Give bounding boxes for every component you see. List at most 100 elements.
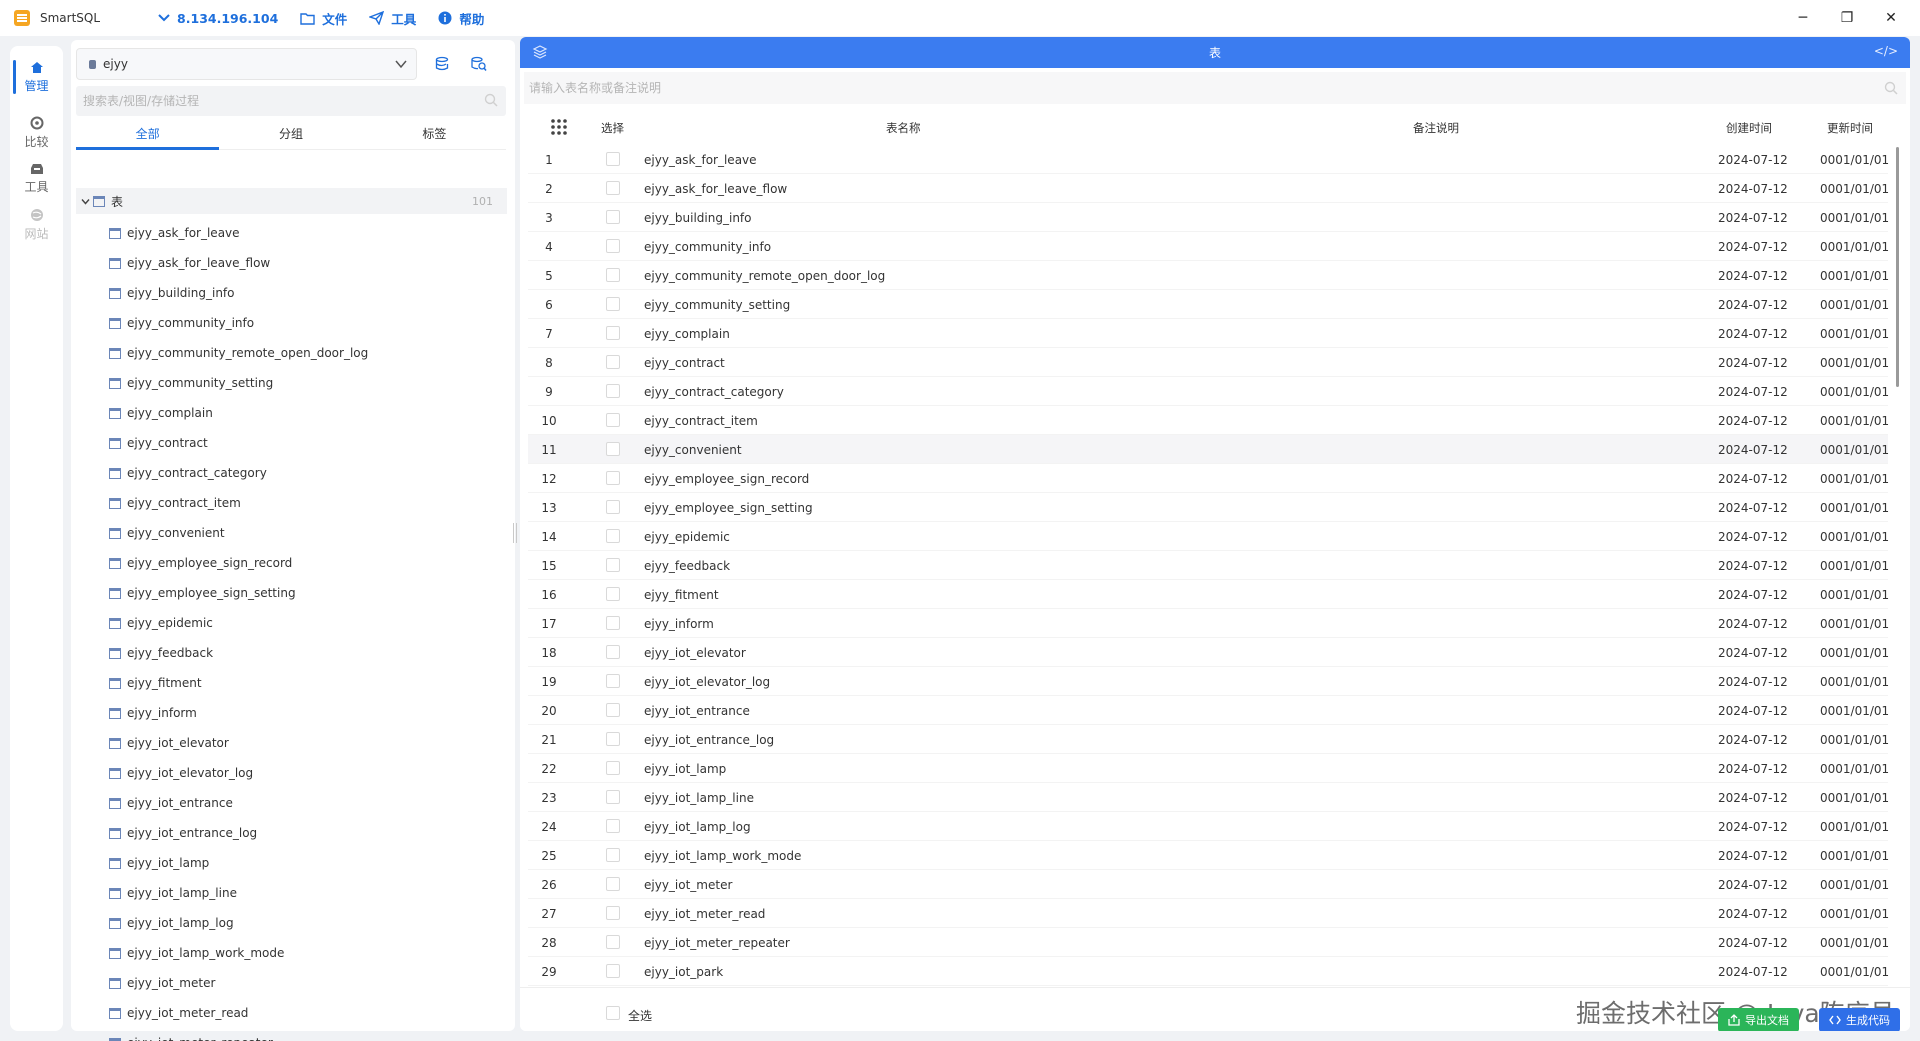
tree-item-table[interactable]: ejyy_convenient xyxy=(76,518,496,548)
tree-item-table[interactable]: ejyy_fitment xyxy=(76,668,496,698)
restore-button[interactable]: ❐ xyxy=(1824,0,1870,36)
table-row[interactable]: 21 ejyy_iot_entrance_log 2024-07-12 0001/01… xyxy=(528,725,1889,754)
row-checkbox[interactable] xyxy=(606,848,620,862)
column-settings-icon[interactable] xyxy=(550,118,568,136)
refresh-db-button[interactable] xyxy=(431,52,455,76)
row-checkbox[interactable] xyxy=(606,645,620,659)
menu-file[interactable]: 文件 xyxy=(300,9,347,28)
tree-item-table[interactable]: ejyy_iot_meter_read xyxy=(76,998,496,1028)
row-checkbox[interactable] xyxy=(606,384,620,398)
table-row[interactable]: 9 ejyy_contract_category 2024-07-12 0001/01… xyxy=(528,377,1889,406)
row-checkbox[interactable] xyxy=(606,152,620,166)
table-row[interactable]: 12 ejyy_employee_sign_record 2024-07-12 000… xyxy=(528,464,1889,493)
row-checkbox[interactable] xyxy=(606,558,620,572)
tree-item-table[interactable]: ejyy_contract xyxy=(76,428,496,458)
table-row[interactable]: 24 ejyy_iot_lamp_log 2024-07-12 0001/01/01 xyxy=(528,812,1889,841)
table-row[interactable]: 8 ejyy_contract 2024-07-12 0001/01/01 xyxy=(528,348,1889,377)
layers-icon[interactable] xyxy=(532,44,548,60)
search-db-button[interactable] xyxy=(467,52,491,76)
table-row[interactable]: 26 ejyy_iot_meter 2024-07-12 0001/01/01 xyxy=(528,870,1889,899)
row-checkbox[interactable] xyxy=(606,819,620,833)
tree-item-table[interactable]: ejyy_iot_elevator xyxy=(76,728,496,758)
table-row[interactable]: 16 ejyy_fitment 2024-07-12 0001/01/01 xyxy=(528,580,1889,609)
rail-item-tools[interactable]: 工具 xyxy=(10,156,63,202)
table-row[interactable]: 15 ejyy_feedback 2024-07-12 0001/01/01 xyxy=(528,551,1889,580)
tab-all[interactable]: 全部 xyxy=(76,120,220,150)
table-row[interactable]: 14 ejyy_epidemic 2024-07-12 0001/01/01 xyxy=(528,522,1889,551)
rail-item-compare[interactable]: 比较 xyxy=(10,110,63,156)
row-checkbox[interactable] xyxy=(606,268,620,282)
tree-item-table[interactable]: ejyy_iot_lamp_line xyxy=(76,878,496,908)
table-row[interactable]: 3 ejyy_building_info 2024-07-12 0001/01/01 xyxy=(528,203,1889,232)
row-checkbox[interactable] xyxy=(606,297,620,311)
table-row[interactable]: 5 ejyy_community_remote_open_door_log 2024… xyxy=(528,261,1889,290)
row-checkbox[interactable] xyxy=(606,703,620,717)
table-row[interactable]: 2 ejyy_ask_for_leave_flow 2024-07-12 0001/0… xyxy=(528,174,1889,203)
tree-item-table[interactable]: ejyy_building_info xyxy=(76,278,496,308)
table-row[interactable]: 6 ejyy_community_setting 2024-07-12 0001/01… xyxy=(528,290,1889,319)
table-row[interactable]: 22 ejyy_iot_lamp 2024-07-12 0001/01/01 xyxy=(528,754,1889,783)
object-search-input[interactable] xyxy=(83,94,463,108)
table-row[interactable]: 25 ejyy_iot_lamp_work_mode 2024-07-12 0001/… xyxy=(528,841,1889,870)
tree-item-table[interactable]: ejyy_epidemic xyxy=(76,608,496,638)
table-filter-input[interactable] xyxy=(529,81,1829,95)
connection-selector[interactable]: 8.134.196.104 xyxy=(158,11,278,26)
table-row[interactable]: 4 ejyy_community_info 2024-07-12 0001/01/01 xyxy=(528,232,1889,261)
table-row[interactable]: 20 ejyy_iot_entrance 2024-07-12 0001/01/01 xyxy=(528,696,1889,725)
table-row[interactable]: 27 ejyy_iot_meter_read 2024-07-12 0001/01/0… xyxy=(528,899,1889,928)
table-row[interactable]: 7 ejyy_complain 2024-07-12 0001/01/01 xyxy=(528,319,1889,348)
row-checkbox[interactable] xyxy=(606,500,620,514)
table-scrollbar[interactable] xyxy=(1896,147,1899,387)
table-row[interactable]: 28 ejyy_iot_meter_repeater 2024-07-12 0001/… xyxy=(528,928,1889,957)
row-checkbox[interactable] xyxy=(606,442,620,456)
table-row[interactable]: 1 ejyy_ask_for_leave 2024-07-12 0001/01/01 xyxy=(528,145,1889,174)
row-checkbox[interactable] xyxy=(606,355,620,369)
tab-tags[interactable]: 标签 xyxy=(363,120,506,149)
tree-item-table[interactable]: ejyy_iot_elevator_log xyxy=(76,758,496,788)
tree-item-table[interactable]: ejyy_complain xyxy=(76,398,496,428)
row-checkbox[interactable] xyxy=(606,529,620,543)
rail-item-manage[interactable]: 管理 xyxy=(10,54,63,100)
table-row[interactable]: 23 ejyy_iot_lamp_line 2024-07-12 0001/01/01 xyxy=(528,783,1889,812)
tree-item-table[interactable]: ejyy_iot_entrance_log xyxy=(76,818,496,848)
row-checkbox[interactable] xyxy=(606,935,620,949)
tree-item-table[interactable]: ejyy_community_info xyxy=(76,308,496,338)
row-checkbox[interactable] xyxy=(606,413,620,427)
tree-item-table[interactable]: ejyy_ask_for_leave_flow xyxy=(76,248,496,278)
menu-tools[interactable]: 工具 xyxy=(369,9,416,28)
select-all-checkbox[interactable] xyxy=(606,1006,620,1020)
table-row[interactable]: 13 ejyy_employee_sign_setting 2024-07-12 00… xyxy=(528,493,1889,522)
row-checkbox[interactable] xyxy=(606,616,620,630)
database-select[interactable]: ejyy xyxy=(76,48,417,80)
tree-item-table[interactable]: ejyy_community_setting xyxy=(76,368,496,398)
table-row[interactable]: 18 ejyy_iot_elevator 2024-07-12 0001/01/01 xyxy=(528,638,1889,667)
tree-item-table[interactable]: ejyy_iot_meter xyxy=(76,968,496,998)
row-checkbox[interactable] xyxy=(606,732,620,746)
tab-group[interactable]: 分组 xyxy=(219,120,362,149)
row-checkbox[interactable] xyxy=(606,239,620,253)
row-checkbox[interactable] xyxy=(606,181,620,195)
panel-splitter-handle[interactable] xyxy=(513,523,517,543)
tree-item-table[interactable]: ejyy_contract_item xyxy=(76,488,496,518)
generate-code-button[interactable]: 生成代码 xyxy=(1819,1008,1900,1031)
row-checkbox[interactable] xyxy=(606,877,620,891)
tree-item-table[interactable]: ejyy_iot_lamp_work_mode xyxy=(76,938,496,968)
tree-item-table[interactable]: ejyy_contract_category xyxy=(76,458,496,488)
table-row[interactable]: 10 ejyy_contract_item 2024-07-12 0001/01/01 xyxy=(528,406,1889,435)
tree-item-table[interactable]: ejyy_iot_lamp_log xyxy=(76,908,496,938)
tree-node-tables[interactable]: 表 101 xyxy=(76,188,507,214)
rail-item-website[interactable]: 网站 xyxy=(10,202,63,248)
row-checkbox[interactable] xyxy=(606,587,620,601)
row-checkbox[interactable] xyxy=(606,964,620,978)
menu-help[interactable]: 帮助 xyxy=(438,9,484,28)
tree-item-table[interactable]: ejyy_employee_sign_record xyxy=(76,548,496,578)
row-checkbox[interactable] xyxy=(606,761,620,775)
table-row[interactable]: 19 ejyy_iot_elevator_log 2024-07-12 0001/01… xyxy=(528,667,1889,696)
row-checkbox[interactable] xyxy=(606,906,620,920)
row-checkbox[interactable] xyxy=(606,471,620,485)
tree-item-table[interactable]: ejyy_inform xyxy=(76,698,496,728)
tree-item-table[interactable]: ejyy_iot_lamp xyxy=(76,848,496,878)
tree-item-table[interactable]: ejyy_iot_meter_repeater xyxy=(76,1028,496,1041)
table-row[interactable]: 11 ejyy_convenient 2024-07-12 0001/01/01 xyxy=(528,435,1889,464)
close-button[interactable]: ✕ xyxy=(1868,0,1914,36)
